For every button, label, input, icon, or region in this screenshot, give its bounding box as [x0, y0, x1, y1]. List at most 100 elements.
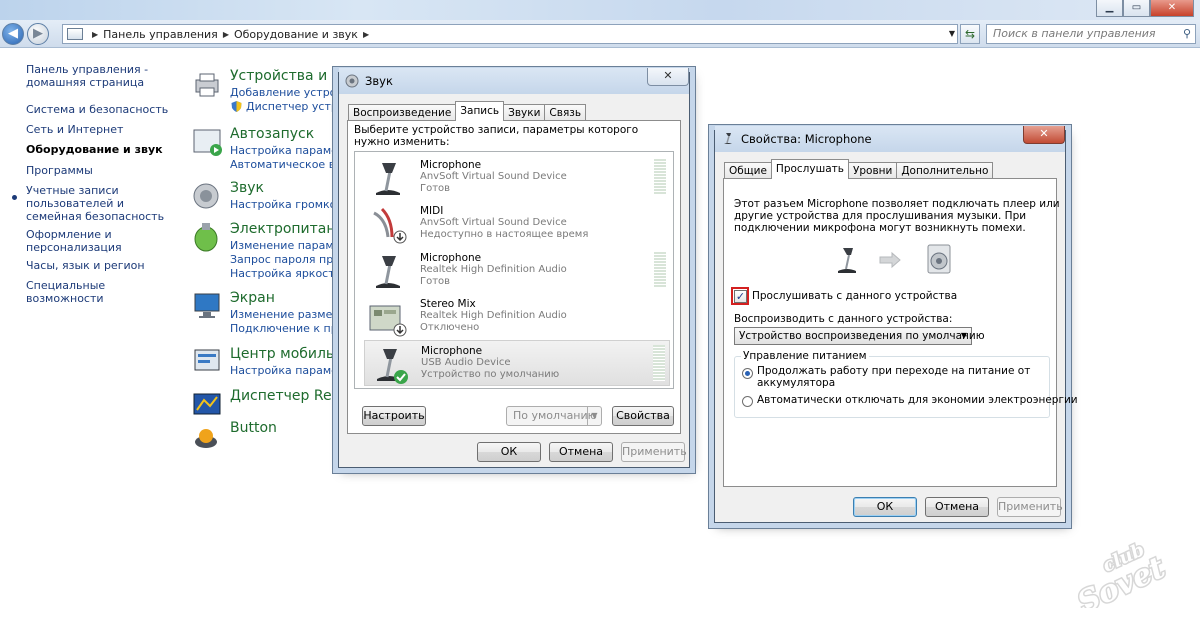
category-title[interactable]: Button: [230, 420, 277, 436]
category-link[interactable]: Подключение к прое: [230, 322, 351, 335]
device-driver: Realtek High Definition Audio: [420, 264, 567, 275]
ok-button[interactable]: ОК: [853, 497, 917, 517]
properties-button[interactable]: Свойства: [612, 406, 674, 426]
radio-label[interactable]: Автоматически отключать для экономии эле…: [757, 394, 1078, 406]
tab-communications[interactable]: Связь: [544, 104, 587, 121]
nav-system-security[interactable]: Система и безопасность: [26, 103, 171, 116]
description-line: другие устройства для прослушивания музы…: [734, 210, 1027, 222]
configure-button[interactable]: Настроить: [362, 406, 426, 426]
shield-icon: [231, 101, 242, 112]
refresh-button[interactable]: ⇆: [960, 24, 980, 44]
category-link[interactable]: Изменение параметр: [230, 239, 354, 252]
autoplay-icon: [193, 129, 222, 156]
radio-label[interactable]: Продолжать работу при переходе на питани…: [757, 365, 1030, 377]
device-status: Недоступно в настоящее время: [420, 229, 589, 240]
close-button[interactable]: ✕: [1150, 0, 1194, 17]
category-link[interactable]: Добавление устройс: [230, 86, 350, 99]
category-link[interactable]: Настройка громкост: [230, 198, 349, 211]
nav-network[interactable]: Сеть и Интернет: [26, 123, 171, 136]
category-title[interactable]: Устройства и пр: [230, 68, 350, 84]
nav-accessibility[interactable]: Специальные возможности: [26, 279, 171, 305]
tab-sounds[interactable]: Звуки: [503, 104, 546, 121]
category-link[interactable]: Настройка яркости э: [230, 267, 351, 280]
device-name: MIDI: [420, 205, 444, 217]
category-title[interactable]: Центр мобильно: [230, 346, 352, 362]
chevron-down-icon[interactable]: ▼: [587, 407, 601, 425]
apply-button[interactable]: Применить: [997, 497, 1063, 517]
device-item[interactable]: Microphone AnvSoft Virtual Sound Device …: [364, 155, 670, 201]
breadcrumb-control-panel[interactable]: Панель управления: [103, 28, 218, 41]
category-title[interactable]: Автозапуск: [230, 126, 314, 142]
device-item[interactable]: MIDI AnvSoft Virtual Sound Device Недост…: [364, 201, 670, 247]
category-title[interactable]: Электропитание: [230, 221, 353, 237]
device-item-selected[interactable]: Microphone USB Audio Device Устройство п…: [364, 340, 670, 386]
device-driver: Realtek High Definition Audio: [420, 310, 567, 321]
device-name: Stereo Mix: [420, 298, 476, 310]
watermark-logo-icon: club Sovet club Sovet: [1071, 538, 1172, 623]
navigation-pane: Панель управления - домашняя страница Си…: [0, 48, 176, 639]
category-title[interactable]: Экран: [230, 290, 275, 306]
button-icon: [195, 429, 217, 448]
category-link[interactable]: Настройка параметр: [230, 144, 351, 157]
minimize-button[interactable]: ▁: [1096, 0, 1123, 17]
address-field[interactable]: ▶ Панель управления ▶ Оборудование и зву…: [62, 24, 958, 44]
category-link[interactable]: Диспетчер устрой: [246, 100, 352, 113]
microphone-icon: [376, 163, 400, 195]
description-line: подключении микрофона могут возникнуть п…: [734, 222, 1026, 234]
mic-dialog-close-button[interactable]: ✕: [1023, 126, 1065, 144]
nav-programs[interactable]: Программы: [26, 164, 171, 177]
search-placeholder: Поиск в панели управления: [993, 27, 1156, 40]
listen-checkbox[interactable]: ✓: [734, 290, 747, 303]
radio-label[interactable]: аккумулятора: [757, 377, 835, 389]
search-icon[interactable]: ⚲: [1183, 25, 1191, 43]
back-button[interactable]: ◀: [2, 23, 24, 45]
category-link[interactable]: Автоматическое восп: [230, 158, 355, 171]
club-sovet-watermark-logo: club Sovet club Sovet: [1066, 538, 1176, 623]
listen-checkbox-label[interactable]: Прослушивать с данного устройства: [752, 290, 957, 302]
set-default-button[interactable]: По умолчанию ▼: [506, 406, 602, 426]
search-input[interactable]: Поиск в панели управления ⚲: [986, 24, 1196, 44]
nav-user-accounts[interactable]: Учетные записи пользователей и семейная …: [26, 184, 171, 223]
device-driver: USB Audio Device: [421, 357, 511, 368]
sound-dialog: Звук ✕ Воспроизведение Запись Звуки Связ…: [338, 68, 690, 468]
speaker-icon: [345, 74, 359, 88]
category-title[interactable]: Звук: [230, 180, 264, 196]
nav-hardware-sound[interactable]: Оборудование и звук: [26, 143, 171, 156]
apply-button[interactable]: Применить: [621, 442, 687, 462]
nav-appearance[interactable]: Оформление и персонализация: [26, 228, 171, 254]
maximize-button[interactable]: ▭: [1123, 0, 1150, 17]
arrow-right-icon: ▶: [33, 26, 43, 41]
tab-recording[interactable]: Запись: [455, 101, 505, 121]
radio-continue-on-battery[interactable]: [742, 368, 753, 379]
microphone-icon: [724, 133, 732, 144]
nav-home[interactable]: Панель управления - домашняя страница: [26, 63, 171, 89]
close-icon: ✕: [663, 69, 673, 82]
tab-listen[interactable]: Прослушать: [770, 159, 849, 179]
nav-clock-region[interactable]: Часы, язык и регион: [26, 259, 171, 272]
monitor-icon: [194, 293, 220, 318]
tab-playback[interactable]: Воспроизведение: [348, 104, 457, 121]
tab-general[interactable]: Общие: [724, 162, 772, 179]
tab-advanced[interactable]: Дополнительно: [896, 162, 994, 179]
tab-levels[interactable]: Уровни: [847, 162, 898, 179]
category-link[interactable]: Запрос пароля при: [230, 253, 340, 266]
ok-button[interactable]: ОК: [477, 442, 541, 462]
category-link[interactable]: Изменение размеров: [230, 308, 353, 321]
radio-auto-disable[interactable]: [742, 396, 753, 407]
power-group-label: Управление питанием: [741, 350, 869, 362]
category-link[interactable]: Настройка параметр: [230, 364, 351, 377]
midi-cable-icon: [373, 207, 407, 244]
device-item[interactable]: Microphone Realtek High Definition Audio…: [364, 248, 670, 294]
forward-button[interactable]: ▶: [27, 23, 49, 45]
chevron-down-icon[interactable]: ▼: [949, 25, 955, 43]
device-name: Microphone: [421, 345, 483, 357]
listen-panel: Этот разъем Microphone позволяет подключ…: [723, 178, 1078, 487]
breadcrumb-hardware-sound[interactable]: Оборудование и звук: [234, 28, 358, 41]
arrow-right-icon: [879, 251, 901, 269]
device-item[interactable]: Stereo Mix Realtek High Definition Audio…: [364, 294, 670, 340]
cancel-button[interactable]: Отмена: [549, 442, 613, 462]
cancel-button[interactable]: Отмена: [925, 497, 989, 517]
sound-dialog-close-button[interactable]: ✕: [647, 68, 689, 86]
playback-device-select[interactable]: Устройство воспроизведения по умолчанию …: [734, 327, 985, 345]
window-controls: ▁ ▭ ✕: [1096, 0, 1194, 17]
